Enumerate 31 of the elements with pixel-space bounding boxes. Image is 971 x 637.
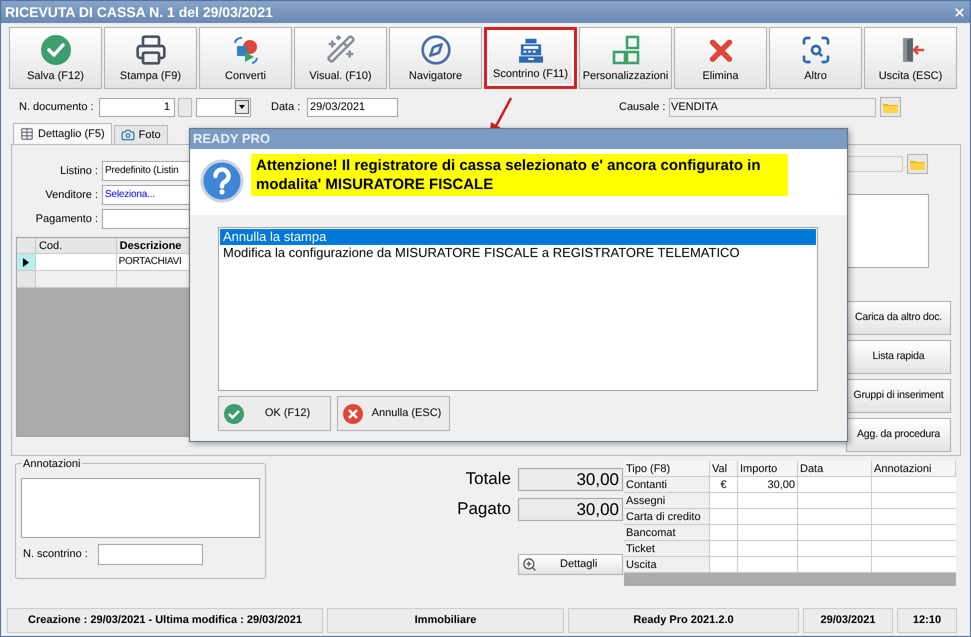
table-cell: Carta di credito xyxy=(624,509,710,525)
dialog-title: READY PRO xyxy=(193,130,270,148)
warning-message: Attenzione! Il registratore di cassa selezionato e' ancora configurato in modalita' MISURATORE FISCALE xyxy=(251,154,788,196)
field-label: N. scontrino : xyxy=(23,547,89,562)
field-label: Data : xyxy=(271,100,302,115)
table-cell: Bancomat xyxy=(624,525,710,541)
status-cell: Creazione : 29/03/2021 - Ultima modifica : 29/03/2021 xyxy=(7,608,323,633)
field-label: N. documento : xyxy=(19,100,95,115)
status-cell: 29/03/2021 xyxy=(803,608,893,633)
column-header: Cod. xyxy=(36,238,117,254)
total-label: Totale xyxy=(466,468,511,490)
field-label: Venditore : xyxy=(44,188,99,203)
field-label: Pagamento : xyxy=(34,212,99,227)
window-title: RICEVUTA DI CASSA N. 1 del 29/03/2021 xyxy=(5,2,273,22)
column-header: Tipo (F8) xyxy=(624,461,710,477)
column-header: Data xyxy=(798,461,872,477)
status-cell: Immobiliare xyxy=(327,608,564,633)
status-cell: 12:10 xyxy=(897,608,957,633)
total-field: 30,00 xyxy=(518,468,623,490)
field-label: Causale : xyxy=(619,100,666,115)
field-label: Listino : xyxy=(59,164,99,179)
column-header: Annotazioni xyxy=(872,461,956,477)
column-header: Importo xyxy=(738,461,798,477)
table-cell: Assegni xyxy=(624,493,710,509)
total-label: Pagato xyxy=(457,498,511,520)
column-header: Val xyxy=(710,461,738,477)
total-field: 30,00 xyxy=(518,498,623,520)
table-cell: Ticket xyxy=(624,541,710,557)
status-cell: Ready Pro 2021.2.0 xyxy=(568,608,799,633)
table-cell: Contanti xyxy=(624,477,710,493)
table-cell: Uscita xyxy=(624,557,710,573)
